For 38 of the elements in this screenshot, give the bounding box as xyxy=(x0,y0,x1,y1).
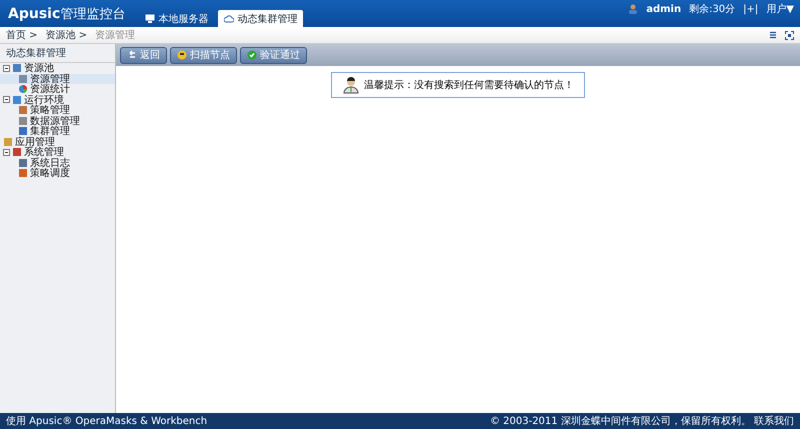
lock-link[interactable]: |+| xyxy=(743,4,758,14)
footer-credit: 使用 Apusic® OperaMasks & Workbench xyxy=(6,415,208,428)
collapse-icon[interactable] xyxy=(3,64,10,72)
monitor-icon xyxy=(145,14,156,23)
scan-icon xyxy=(177,50,187,60)
check-icon xyxy=(247,50,257,60)
return-icon xyxy=(127,50,137,60)
tree-item[interactable]: 系统日志 xyxy=(0,158,115,168)
tree-item[interactable]: 资源统计 xyxy=(0,84,115,94)
app-logo: Apusic管理监控台 xyxy=(8,4,126,22)
alert-message: 温馨提示：没有搜索到任何需要待确认的节点！ xyxy=(364,78,574,92)
tree-item[interactable]: 运行环境 xyxy=(0,94,115,105)
copyright-text: © 2003-2011 深圳金蝶中间件有限公司，保留所有权利。 联系我们 xyxy=(490,414,794,428)
tree-item[interactable]: 集群管理 xyxy=(0,126,115,136)
session-timer: 剩余:30分 xyxy=(689,3,736,16)
user-icon xyxy=(628,4,638,14)
collapse-icon[interactable] xyxy=(3,148,10,156)
cloud-icon xyxy=(224,14,234,23)
user-menu[interactable]: 用户▼ xyxy=(766,2,794,16)
sidebar-title: 动态集群管理 xyxy=(0,44,115,63)
fullscreen-icon[interactable] xyxy=(785,30,794,40)
tree-item[interactable]: 应用管理 xyxy=(0,136,115,147)
collapse-icon[interactable] xyxy=(3,96,10,104)
tree-item[interactable]: 资源池 xyxy=(0,63,115,74)
tree-item[interactable]: 资源管理 xyxy=(0,74,115,84)
tree-item[interactable]: 数据源管理 xyxy=(0,116,115,126)
nav-tab[interactable]: 动态集群管理 xyxy=(218,10,304,27)
breadcrumb-item[interactable]: 首页 > xyxy=(6,28,38,42)
breadcrumb-item: 资源管理 xyxy=(95,29,136,42)
pie-chart-icon xyxy=(18,84,28,94)
person-icon xyxy=(342,76,360,94)
tree-item[interactable]: 策略调度 xyxy=(0,168,115,178)
username: admin xyxy=(646,4,682,14)
tree-item[interactable]: 系统管理 xyxy=(0,147,115,158)
tree-item[interactable]: 策略管理 xyxy=(0,105,115,116)
list-icon[interactable] xyxy=(769,31,777,39)
breadcrumb-item[interactable]: 资源池 > xyxy=(46,28,88,42)
nav-tab[interactable]: 本地服务器 xyxy=(139,10,214,27)
